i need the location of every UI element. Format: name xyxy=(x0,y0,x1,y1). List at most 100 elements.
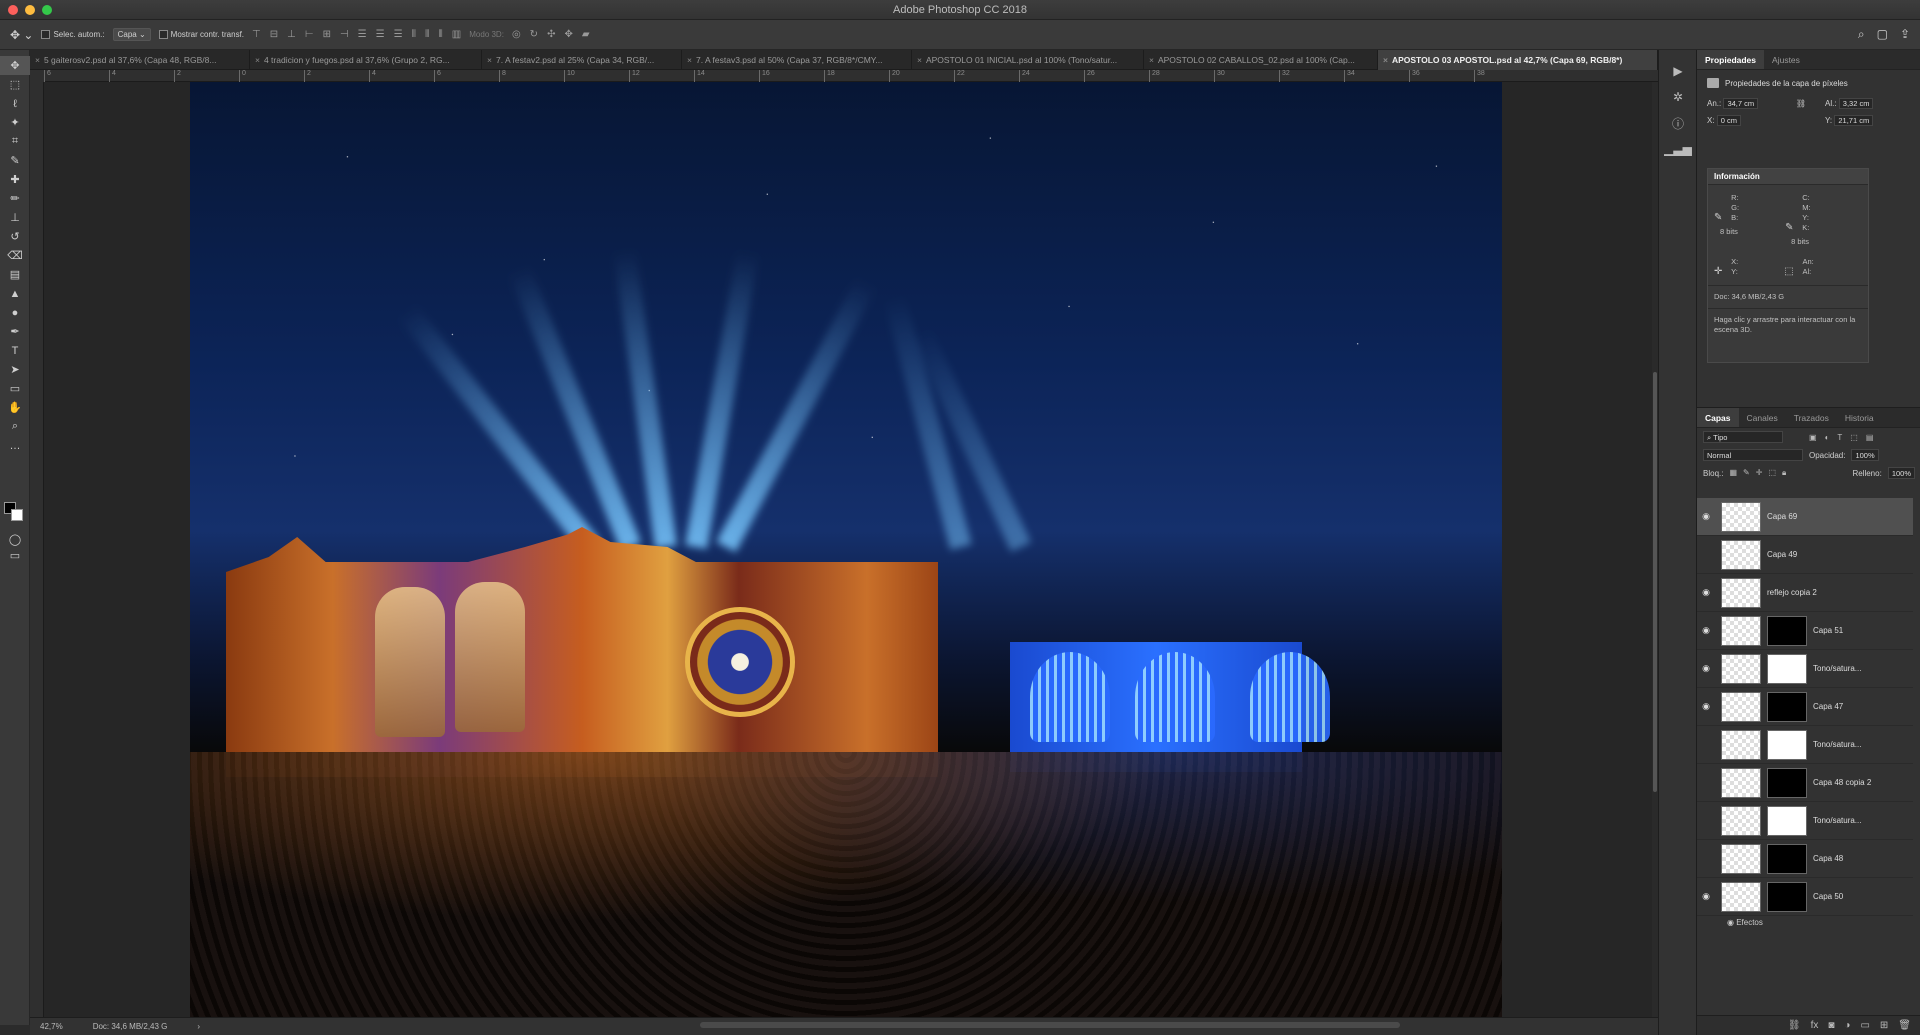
layer-row[interactable]: ◉ Capa 50 xyxy=(1697,878,1913,916)
close-tab-icon[interactable]: × xyxy=(1383,55,1388,65)
x-field[interactable]: 0 cm xyxy=(1716,115,1742,126)
layer-thumbnail[interactable] xyxy=(1721,615,1761,646)
y-field[interactable]: 21,71 cm xyxy=(1834,115,1874,126)
filter-adjust-icon[interactable]: ◐ xyxy=(1825,433,1830,442)
drag-3d-icon[interactable]: ✣ xyxy=(547,29,555,40)
opacity-field[interactable]: 100% xyxy=(1851,449,1879,461)
distribute-top-icon[interactable]: ☰ xyxy=(358,29,367,40)
auto-select-checkbox[interactable]: Selec. autom.: xyxy=(41,30,105,40)
trash-icon[interactable]: 🗑︎ xyxy=(1898,1020,1911,1031)
document-tab[interactable]: × 7. A festav3.psd al 50% (Capa 37, RGB/8… xyxy=(682,50,912,70)
layer-mask-thumbnail[interactable] xyxy=(1767,767,1807,798)
visibility-eye-icon[interactable]: ◉ xyxy=(1697,587,1715,598)
healing-tool-icon[interactable]: ✚ xyxy=(0,170,30,189)
height-field[interactable]: 3,32 cm xyxy=(1838,98,1874,109)
document-tab[interactable]: × APOSTOLO 02 CABALLOS_02.psd al 100% (Ca… xyxy=(1144,50,1378,70)
eraser-tool-icon[interactable]: ⌫ xyxy=(0,246,30,265)
tab-adjustments[interactable]: Ajustes xyxy=(1764,50,1808,69)
distribute-vcenter-icon[interactable]: ☰ xyxy=(376,29,385,40)
minimize-window-button[interactable] xyxy=(25,5,35,15)
tab-capas[interactable]: Capas xyxy=(1697,408,1739,427)
eyedropper-tool-icon[interactable]: ✎ xyxy=(0,151,30,170)
background-color-swatch[interactable] xyxy=(11,509,23,521)
tab-trazados[interactable]: Trazados xyxy=(1786,408,1837,427)
layer-row[interactable]: ◉ Capa 47 xyxy=(1697,688,1913,726)
layer-thumbnail[interactable] xyxy=(1721,805,1761,836)
document-tab[interactable]: × APOSTOLO 01 INICIAL.psd al 100% (Tono/s… xyxy=(912,50,1144,70)
layer-filter-dropdown[interactable]: ⌕ Tipo xyxy=(1703,431,1783,443)
move-tool-icon[interactable]: ✥ ⌄ xyxy=(10,28,33,42)
lasso-tool-icon[interactable]: ℓ xyxy=(0,94,30,113)
magic-wand-tool-icon[interactable]: ✦ xyxy=(0,113,30,132)
shape-tool-icon[interactable]: ▭ xyxy=(0,379,30,398)
layer-row[interactable]: Tono/satura... xyxy=(1697,802,1913,840)
type-tool-icon[interactable]: T xyxy=(0,341,30,360)
status-arrow-icon[interactable]: › xyxy=(197,1022,200,1031)
scale-3d-icon[interactable]: ▰ xyxy=(582,29,590,40)
vertical-scroll-thumb[interactable] xyxy=(1653,372,1657,792)
document-canvas[interactable] xyxy=(190,82,1502,1017)
layer-row[interactable]: ◉ Capa 51 xyxy=(1697,612,1913,650)
filter-type-icon[interactable]: T xyxy=(1837,433,1842,442)
document-tab[interactable]: × 5 gaiterosv2.psd al 37,6% (Capa 48, RGB… xyxy=(30,50,250,70)
layer-thumbnail[interactable] xyxy=(1721,653,1761,684)
more-tools-icon[interactable]: … xyxy=(0,436,30,455)
new-layer-icon[interactable]: ⊞ xyxy=(1880,1020,1888,1031)
layer-mask-thumbnail[interactable] xyxy=(1767,881,1807,912)
layer-mask-thumbnail[interactable] xyxy=(1767,653,1807,684)
slide-3d-icon[interactable]: ✥ xyxy=(564,29,572,40)
align-left-icon[interactable]: ⊢ xyxy=(305,29,314,40)
history-brush-tool-icon[interactable]: ↺ xyxy=(0,227,30,246)
workspace-icon[interactable]: ▢ xyxy=(1877,27,1888,42)
close-tab-icon[interactable]: × xyxy=(255,55,260,65)
gradient-tool-icon[interactable]: ▤ xyxy=(0,265,30,284)
layer-row[interactable]: Tono/satura... xyxy=(1697,726,1913,764)
vertical-ruler[interactable] xyxy=(30,82,44,1017)
move-tool-icon[interactable]: ✥ xyxy=(0,56,30,75)
align-hcenter-icon[interactable]: ⊞ xyxy=(323,29,331,40)
crop-tool-icon[interactable]: ⌗ xyxy=(0,132,30,151)
visibility-eye-icon[interactable]: ◉ xyxy=(1697,511,1715,522)
zoom-window-button[interactable] xyxy=(42,5,52,15)
link-icon[interactable]: ⛓ xyxy=(1781,99,1821,108)
stamp-tool-icon[interactable]: ⊥ xyxy=(0,208,30,227)
width-field[interactable]: 34,7 cm xyxy=(1723,98,1759,109)
close-tab-icon[interactable]: × xyxy=(917,55,922,65)
lock-transparency-icon[interactable]: ▦ xyxy=(1729,468,1737,478)
add-mask-icon[interactable]: ◙ xyxy=(1828,1020,1834,1031)
filter-pixel-icon[interactable]: ▣ xyxy=(1809,433,1817,442)
document-tab[interactable]: × 4 tradicion y fuegos.psd al 37,6% (Grup… xyxy=(250,50,482,70)
fill-field[interactable]: 100% xyxy=(1887,467,1915,479)
zoom-tool-icon[interactable]: ⌕ xyxy=(0,417,30,436)
eyedropper-icon[interactable]: ✎ xyxy=(1785,222,1793,233)
lock-paint-icon[interactable]: ✎ xyxy=(1743,468,1750,478)
lock-all-icon[interactable]: 🔒︎ xyxy=(1782,468,1786,478)
filter-shape-icon[interactable]: ⬚ xyxy=(1850,433,1858,442)
layer-thumbnail[interactable] xyxy=(1721,577,1761,608)
layer-thumbnail[interactable] xyxy=(1721,539,1761,570)
brush-tool-icon[interactable]: ✏ xyxy=(0,189,30,208)
visibility-eye-icon[interactable]: ◉ xyxy=(1697,625,1715,636)
play-icon[interactable]: ▶ xyxy=(1659,58,1697,84)
path-select-tool-icon[interactable]: ➤ xyxy=(0,360,30,379)
hand-tool-icon[interactable]: ✋ xyxy=(0,398,30,417)
tab-properties[interactable]: Propiedades xyxy=(1697,50,1765,69)
pen-tool-icon[interactable]: ✒ xyxy=(0,322,30,341)
adjustment-icon[interactable]: ◑ xyxy=(1844,1020,1850,1031)
auto-select-dropdown[interactable]: Capa ⌄ xyxy=(112,28,151,41)
share-icon[interactable]: ⇪ xyxy=(1900,27,1910,42)
layer-thumbnail[interactable] xyxy=(1721,881,1761,912)
align-top-icon[interactable]: ⊤ xyxy=(252,29,261,40)
horizontal-ruler[interactable]: 6 4 2 0 2 4 6 8 10 12 14 16 18 20 22 24 26 28 30 32 34 36 38 xyxy=(44,70,1658,82)
layer-row[interactable]: ◉ Tono/satura... xyxy=(1697,650,1913,688)
histogram-icon[interactable]: ▁▃▅ xyxy=(1659,136,1697,162)
layer-row[interactable]: Capa 49 xyxy=(1697,536,1913,574)
dodge-tool-icon[interactable]: ● xyxy=(0,303,30,322)
lock-artboard-icon[interactable]: ⬚ xyxy=(1768,468,1776,478)
fx-icon[interactable]: fx xyxy=(1811,1020,1819,1031)
layer-mask-thumbnail[interactable] xyxy=(1767,843,1807,874)
auto-align-icon[interactable]: ▥ xyxy=(452,29,461,40)
visibility-eye-icon[interactable]: ◉ xyxy=(1697,701,1715,712)
distribute-bottom-icon[interactable]: ☰ xyxy=(394,29,403,40)
layer-thumbnail[interactable] xyxy=(1721,691,1761,722)
